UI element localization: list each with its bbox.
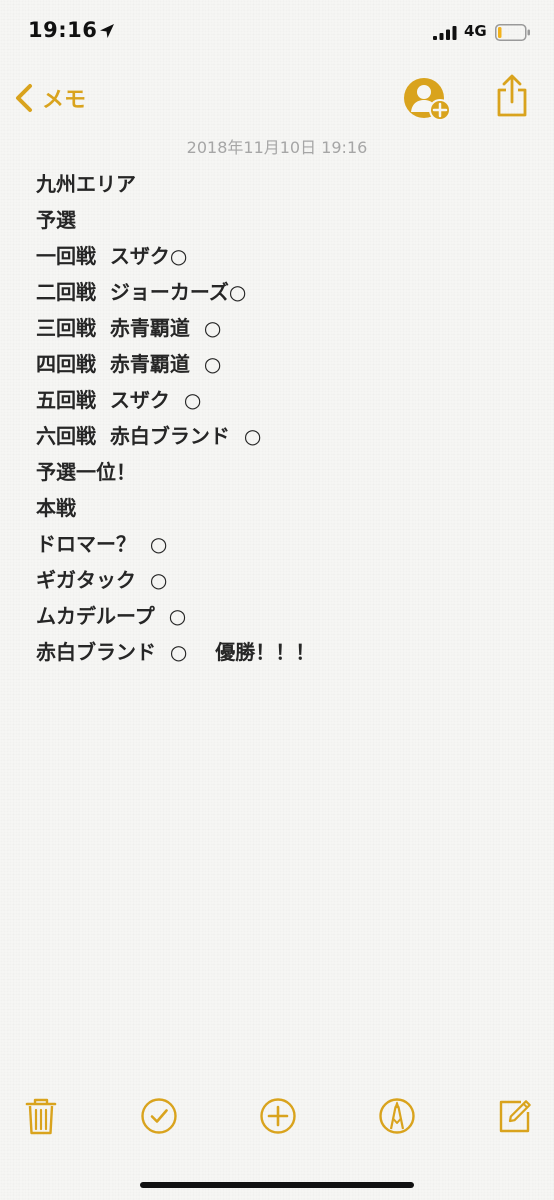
- navigation-bar: メモ: [0, 70, 554, 130]
- note-line: 九州エリア: [36, 172, 136, 196]
- markup-icon[interactable]: [377, 1096, 417, 1136]
- trash-icon[interactable]: [21, 1096, 61, 1136]
- note-line: 四回戦 赤青覇道 ○: [36, 352, 222, 376]
- network-type: 4G: [464, 22, 487, 40]
- chevron-left-icon: [16, 84, 32, 112]
- battery-icon: [495, 24, 530, 41]
- note-line: 赤白ブランド ○ 優勝！！！: [36, 640, 316, 664]
- note-line: 六回戦 赤白ブランド ○: [36, 424, 262, 448]
- add-icon[interactable]: [258, 1096, 298, 1136]
- add-people-icon[interactable]: [402, 76, 452, 122]
- compose-icon[interactable]: [495, 1096, 535, 1136]
- note-line: 五回戦 スザク ○: [36, 388, 202, 412]
- status-bar: 19:16 4G: [0, 0, 554, 70]
- cellular-signal-icon: [433, 26, 457, 40]
- back-button[interactable]: メモ: [14, 78, 86, 118]
- note-line: 本戦: [36, 496, 76, 520]
- share-icon[interactable]: [494, 74, 530, 118]
- note-line: 予選: [36, 208, 76, 232]
- note-line: 一回戦 スザク○: [36, 244, 188, 268]
- note-line: ギガタック ○: [36, 568, 168, 592]
- note-line: 二回戦 ジョーカーズ○: [36, 280, 247, 304]
- note-line: 予選一位！: [36, 460, 136, 484]
- location-arrow-icon: [100, 24, 114, 38]
- note-body[interactable]: 九州エリア 予選 一回戦 スザク○ 二回戦 ジョーカーズ○ 三回戦 赤青覇道 ○…: [36, 166, 526, 670]
- note-line: ドロマー？ ○: [36, 532, 168, 556]
- note-timestamp: 2018年11月10日 19:16: [186, 138, 368, 157]
- note-line: 三回戦 赤青覇道 ○: [36, 316, 222, 340]
- note-line: ムカデループ ○: [36, 604, 187, 628]
- home-indicator[interactable]: [140, 1182, 414, 1188]
- back-label: メモ: [42, 88, 87, 113]
- status-time: 19:16: [28, 18, 98, 42]
- bottom-toolbar: [0, 1092, 554, 1142]
- checklist-icon[interactable]: [139, 1096, 179, 1136]
